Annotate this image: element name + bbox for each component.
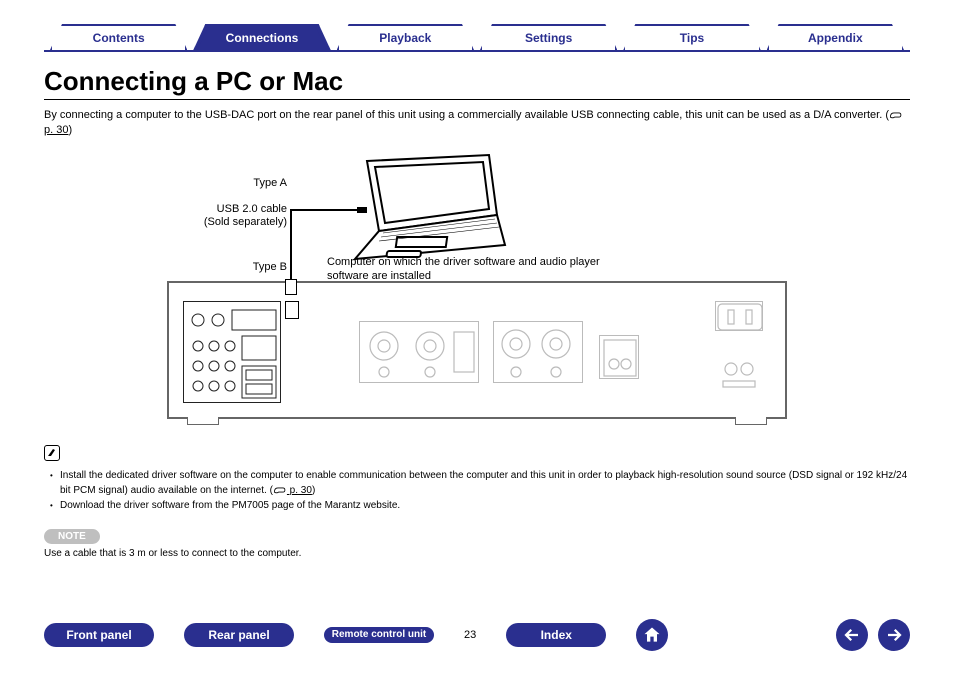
tab-playback[interactable]: Playback	[337, 24, 474, 50]
arrow-left-icon	[843, 626, 861, 644]
index-button[interactable]: Index	[506, 623, 606, 648]
home-icon	[642, 625, 662, 645]
info-bullets: Install the dedicated driver software on…	[44, 468, 910, 513]
remote-control-button[interactable]: Remote control unit	[324, 627, 434, 644]
intro-paragraph: By connecting a computer to the USB-DAC …	[44, 108, 910, 139]
cable-plug-type-b	[285, 279, 297, 295]
tab-tips[interactable]: Tips	[623, 24, 760, 50]
page-ref-link-30b[interactable]: p. 30	[273, 485, 312, 496]
note-pill: NOTE	[44, 529, 100, 544]
top-nav-tabs: Contents Connections Playback Settings T…	[44, 24, 910, 52]
next-page-button[interactable]	[878, 619, 910, 651]
prev-page-button[interactable]	[836, 619, 868, 651]
front-panel-button[interactable]: Front panel	[44, 623, 154, 648]
rear-panel-button[interactable]: Rear panel	[184, 623, 294, 648]
home-button[interactable]	[636, 619, 668, 651]
info-icon	[44, 445, 60, 461]
connection-diagram: Type A USB 2.0 cable (Sold separately) T…	[167, 153, 787, 433]
laptop-icon	[337, 153, 507, 263]
page-number: 23	[464, 629, 476, 641]
label-type-b: Type B	[177, 261, 287, 273]
label-type-a: Type A	[177, 177, 287, 189]
label-computer-note: Computer on which the driver software an…	[327, 255, 627, 284]
label-usb-cable-1: USB 2.0 cable	[147, 203, 287, 215]
cable-horizontal	[290, 209, 360, 211]
bottom-bar: Front panel Rear panel Remote control un…	[0, 619, 954, 651]
tab-appendix[interactable]: Appendix	[767, 24, 904, 50]
arrow-right-icon	[885, 626, 903, 644]
cable-vertical	[290, 209, 292, 287]
note-text: Use a cable that is 3 m or less to conne…	[44, 548, 910, 559]
tab-connections[interactable]: Connections	[193, 24, 330, 50]
tab-contents[interactable]: Contents	[50, 24, 187, 50]
unit-rear-panel	[167, 281, 787, 419]
page-title: Connecting a PC or Mac	[44, 66, 910, 100]
label-usb-cable-2: (Sold separately)	[147, 216, 287, 228]
tab-settings[interactable]: Settings	[480, 24, 617, 50]
bullet-2: Download the driver software from the PM…	[50, 498, 910, 513]
bullet-1: Install the dedicated driver software on…	[50, 468, 910, 498]
